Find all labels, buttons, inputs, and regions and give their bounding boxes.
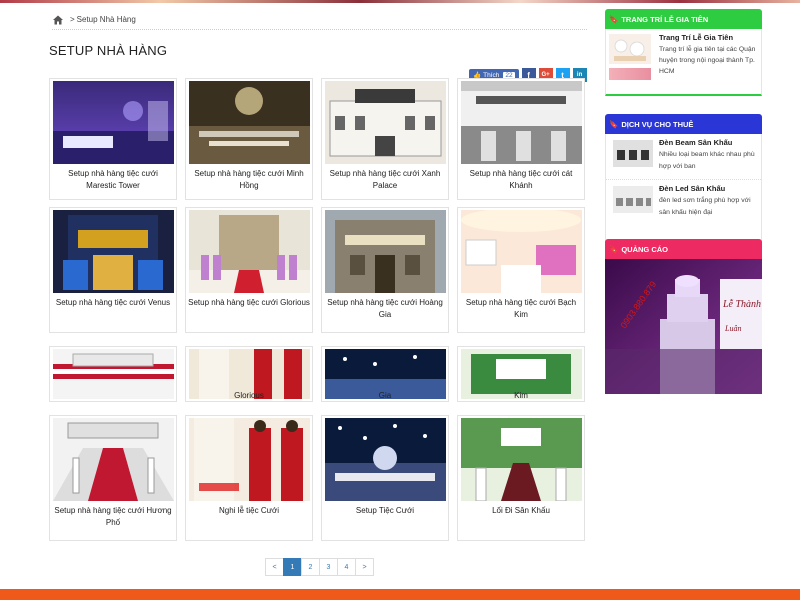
home-icon[interactable] bbox=[52, 14, 64, 26]
pagination-page-4[interactable]: 4 bbox=[337, 558, 356, 576]
card-caption[interactable]: Setup nhà hàng tiệc cưới Hương Phố bbox=[52, 505, 174, 529]
header-banner-strip bbox=[0, 0, 800, 3]
item-name[interactable]: Trang Trí Lễ Gia Tiên bbox=[659, 33, 733, 42]
widget-quang-cao: 🔖 QUẢNG CÁO 0903.880.879 Lễ Thành Luân bbox=[605, 239, 762, 394]
card-image bbox=[53, 210, 174, 293]
card-caption[interactable]: Setup nhà hàng tiệc cưới Bạch Kim bbox=[460, 297, 582, 321]
pagination-page-1[interactable]: 1 bbox=[283, 558, 302, 576]
item-thumbnail[interactable] bbox=[613, 140, 653, 167]
footer-bar bbox=[0, 589, 800, 600]
breadcrumb-separator: > bbox=[70, 15, 75, 24]
advertisement-banner[interactable]: 0903.880.879 Lễ Thành Luân bbox=[605, 259, 762, 394]
card-xanh-palace[interactable]: Setup nhà hàng tiệc cưới Xanh Palace bbox=[321, 78, 449, 200]
pagination-prev[interactable]: < bbox=[265, 558, 284, 576]
item-desc: đèn led sơn trắng phù hợp với sân khấu h… bbox=[659, 197, 751, 216]
pagination-page-2[interactable]: 2 bbox=[301, 558, 320, 576]
widget-item-led[interactable]: Đèn Led Sân Khấu đèn led sơn trắng phù h… bbox=[606, 180, 761, 242]
card-caption[interactable]: Setup nhà hàng tiệc cưới cát Khánh bbox=[460, 168, 582, 192]
card-overlap-3[interactable]: Gia bbox=[321, 346, 449, 402]
card-overlap-4[interactable]: Kim bbox=[457, 346, 585, 402]
card-overlap-2[interactable]: Glorious bbox=[185, 346, 313, 402]
widget-item-beam[interactable]: Đèn Beam Sân Khấu Nhiều loại beam khác n… bbox=[606, 134, 761, 180]
breadcrumb-current: Setup Nhà Hàng bbox=[76, 15, 136, 24]
widget-header: 🔖 DỊCH VỤ CHO THUÊ bbox=[605, 114, 762, 134]
card-caption[interactable]: Gia bbox=[324, 390, 446, 402]
widget-header: 🔖 QUẢNG CÁO bbox=[605, 239, 762, 259]
card-caption[interactable]: Setup nhà hàng tiệc cưới Minh Hồng bbox=[188, 168, 310, 192]
bookmark-icon: 🔖 bbox=[609, 244, 619, 254]
card-huong-pho[interactable]: Setup nhà hàng tiệc cưới Hương Phố bbox=[49, 415, 177, 541]
card-image bbox=[189, 210, 310, 293]
card-bach-kim[interactable]: Setup nhà hàng tiệc cưới Bạch Kim bbox=[457, 207, 585, 333]
bookmark-icon: 🔖 bbox=[609, 119, 619, 129]
widget-dich-vu-cho-thue: 🔖 DỊCH VỤ CHO THUÊ Đèn Beam Sân Khấu Nhi… bbox=[605, 114, 762, 244]
card-nghi-le[interactable]: Nghi lễ tiệc Cưới bbox=[185, 415, 313, 541]
card-image bbox=[53, 418, 174, 501]
item-thumbnail[interactable] bbox=[613, 186, 653, 213]
item-desc: Trang trí lễ gia tiên tại các Quận huyện… bbox=[659, 46, 756, 75]
bookmark-icon: 🔖 bbox=[609, 14, 619, 24]
widget-trang-tri-le-gia-tien: 🔖 TRANG TRÍ LỄ GIA TIÊN Trang Trí Lễ Gia… bbox=[605, 9, 762, 96]
card-image bbox=[53, 349, 174, 399]
card-image bbox=[325, 81, 446, 164]
card-venus[interactable]: Setup nhà hàng tiệc cưới Venus bbox=[49, 207, 177, 333]
card-cat-khanh[interactable]: Setup nhà hàng tiệc cưới cát Khánh bbox=[457, 78, 585, 200]
pagination-next[interactable]: > bbox=[355, 558, 374, 576]
item-thumbnail-secondary bbox=[609, 68, 651, 80]
card-image bbox=[325, 210, 446, 293]
card-image bbox=[53, 81, 174, 164]
card-caption[interactable]: Setup nhà hàng tiệc cưới Marestic Tower bbox=[52, 168, 174, 192]
widget-body: Đèn Beam Sân Khấu Nhiều loại beam khác n… bbox=[605, 134, 762, 244]
page-title: SETUP NHÀ HÀNG bbox=[49, 43, 168, 58]
card-caption[interactable]: Kim bbox=[460, 390, 582, 402]
card-image bbox=[189, 81, 310, 164]
ad-sign-line1: Lễ Thành bbox=[722, 299, 761, 310]
card-image bbox=[461, 210, 582, 293]
widget-item[interactable]: Trang Trí Lễ Gia Tiên Trang trí lễ gia t… bbox=[606, 29, 761, 94]
item-name[interactable]: Đèn Beam Sân Khấu bbox=[659, 138, 732, 147]
card-image bbox=[461, 81, 582, 164]
card-loi-di-san-khau[interactable]: Lối Đi Sân Khấu bbox=[457, 415, 585, 541]
ad-sign-line2: Luân bbox=[724, 324, 741, 333]
card-image bbox=[189, 418, 310, 501]
card-caption[interactable]: Setup nhà hàng tiệc cưới Xanh Palace bbox=[324, 168, 446, 192]
item-desc: Nhiều loại beam khác nhau phù hợp với ba… bbox=[659, 151, 755, 170]
card-caption[interactable]: Glorious bbox=[188, 390, 310, 402]
card-image bbox=[325, 418, 446, 501]
card-minh-hong[interactable]: Setup nhà hàng tiệc cưới Minh Hồng bbox=[185, 78, 313, 200]
card-caption[interactable]: Lối Đi Sân Khấu bbox=[460, 505, 582, 517]
breadcrumb: > Setup Nhà Hàng bbox=[52, 10, 587, 30]
pagination: < 1 2 3 4 > bbox=[265, 558, 374, 576]
card-setup-tiec-cuoi[interactable]: Setup Tiệc Cưới bbox=[321, 415, 449, 541]
item-thumbnail[interactable] bbox=[609, 34, 651, 64]
card-caption[interactable]: Nghi lễ tiệc Cưới bbox=[188, 505, 310, 517]
widget-header: 🔖 TRANG TRÍ LỄ GIA TIÊN bbox=[605, 9, 762, 29]
card-overlap-1[interactable] bbox=[49, 346, 177, 402]
card-hoang-gia[interactable]: Setup nhà hàng tiệc cưới Hoàng Gia bbox=[321, 207, 449, 333]
pagination-page-3[interactable]: 3 bbox=[319, 558, 338, 576]
card-caption[interactable]: Setup Tiệc Cưới bbox=[324, 505, 446, 517]
card-caption[interactable]: Setup nhà hàng tiệc cưới Glorious bbox=[188, 297, 310, 309]
card-caption[interactable]: Setup nhà hàng tiệc cưới Venus bbox=[52, 297, 174, 309]
card-glorious[interactable]: Setup nhà hàng tiệc cưới Glorious bbox=[185, 207, 313, 333]
widget-body: Trang Trí Lễ Gia Tiên Trang trí lễ gia t… bbox=[605, 29, 762, 96]
card-marestic-tower[interactable]: Setup nhà hàng tiệc cưới Marestic Tower bbox=[49, 78, 177, 200]
card-image bbox=[461, 418, 582, 501]
item-name[interactable]: Đèn Led Sân Khấu bbox=[659, 184, 725, 193]
card-caption[interactable]: Setup nhà hàng tiệc cưới Hoàng Gia bbox=[324, 297, 446, 321]
